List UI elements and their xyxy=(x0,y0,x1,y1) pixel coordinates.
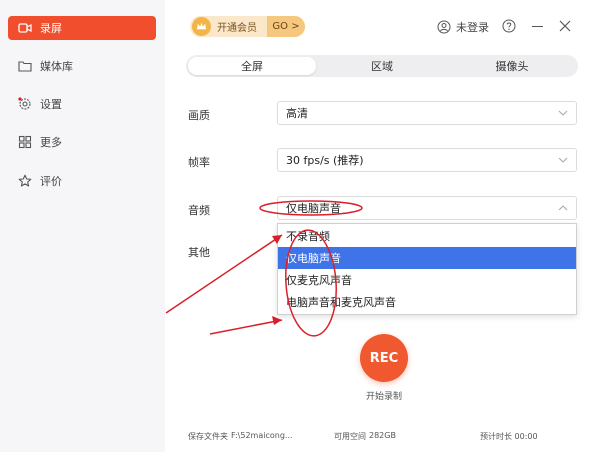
record-button[interactable]: REC xyxy=(360,334,408,382)
folder-icon xyxy=(18,59,32,73)
chevron-up-icon xyxy=(558,205,568,211)
vip-badge[interactable]: 开通会员 GO > xyxy=(190,16,305,37)
audio-value: 仅电脑声音 xyxy=(286,202,341,215)
audio-dropdown: 不录音频 仅电脑声音 仅麦克风声音 电脑声音和麦克风声音 xyxy=(277,223,577,315)
minimize-icon[interactable] xyxy=(532,26,543,27)
sidebar-item-label: 评价 xyxy=(40,175,62,188)
sidebar-item-settings[interactable]: 设置 xyxy=(8,92,156,116)
framerate-select[interactable]: 30 fps/s (推荐) xyxy=(277,148,577,172)
sidebar-item-label: 更多 xyxy=(40,136,62,149)
sidebar-item-media[interactable]: 媒体库 xyxy=(8,54,156,78)
free-space-value: 282GB xyxy=(369,431,396,440)
tab-region[interactable]: 区域 xyxy=(318,57,446,75)
gear-icon xyxy=(18,97,32,111)
quality-label: 画质 xyxy=(188,109,210,122)
audio-option[interactable]: 仅麦克风声音 xyxy=(278,269,576,291)
vip-label: 开通会员 xyxy=(217,23,257,34)
quality-select[interactable]: 高清 xyxy=(277,101,577,125)
tab-fullscreen[interactable]: 全屏 xyxy=(188,57,316,75)
video-icon xyxy=(18,21,32,35)
framerate-label: 帧率 xyxy=(188,156,210,169)
audio-label: 音频 xyxy=(188,204,210,217)
framerate-value: 30 fps/s (推荐) xyxy=(286,154,364,167)
free-space-label: 可用空间 xyxy=(334,432,366,441)
help-icon[interactable] xyxy=(502,19,516,33)
sidebar-item-label: 录屏 xyxy=(40,22,62,35)
chevron-down-icon xyxy=(558,110,568,116)
login-label: 未登录 xyxy=(456,21,489,34)
sidebar-item-more[interactable]: 更多 xyxy=(8,130,156,154)
sidebar-item-label: 设置 xyxy=(40,98,62,111)
close-icon[interactable] xyxy=(558,19,572,33)
crown-icon xyxy=(192,17,211,36)
sidebar-item-record[interactable]: 录屏 xyxy=(8,16,156,40)
vip-go-button[interactable]: GO > xyxy=(267,16,305,37)
audio-option[interactable]: 电脑声音和麦克风声音 xyxy=(278,291,576,313)
audio-select[interactable]: 仅电脑声音 xyxy=(277,196,577,220)
sidebar-item-rate[interactable]: 评价 xyxy=(8,169,156,193)
tab-webcam[interactable]: 摄像头 xyxy=(448,57,576,75)
other-label: 其他 xyxy=(188,246,210,259)
audio-option-selected[interactable]: 仅电脑声音 xyxy=(278,247,576,269)
star-icon xyxy=(18,174,32,188)
sidebar: 录屏 媒体库 设置 更多 评价 xyxy=(0,0,165,452)
quality-value: 高清 xyxy=(286,107,308,120)
grid-icon xyxy=(18,135,32,149)
sidebar-item-label: 媒体库 xyxy=(40,60,73,73)
mode-tabs: 全屏 区域 摄像头 xyxy=(186,55,578,77)
save-folder-label: 保存文件夹 xyxy=(188,432,228,441)
save-folder-path[interactable]: F:\52maicong... xyxy=(231,431,293,440)
chevron-down-icon xyxy=(558,157,568,163)
audio-option[interactable]: 不录音频 xyxy=(278,225,576,247)
duration-hint: 预计时长 00:00 xyxy=(480,432,538,441)
user-icon xyxy=(437,20,451,34)
record-label: 开始录制 xyxy=(365,392,402,402)
login-button[interactable]: 未登录 xyxy=(437,19,489,35)
